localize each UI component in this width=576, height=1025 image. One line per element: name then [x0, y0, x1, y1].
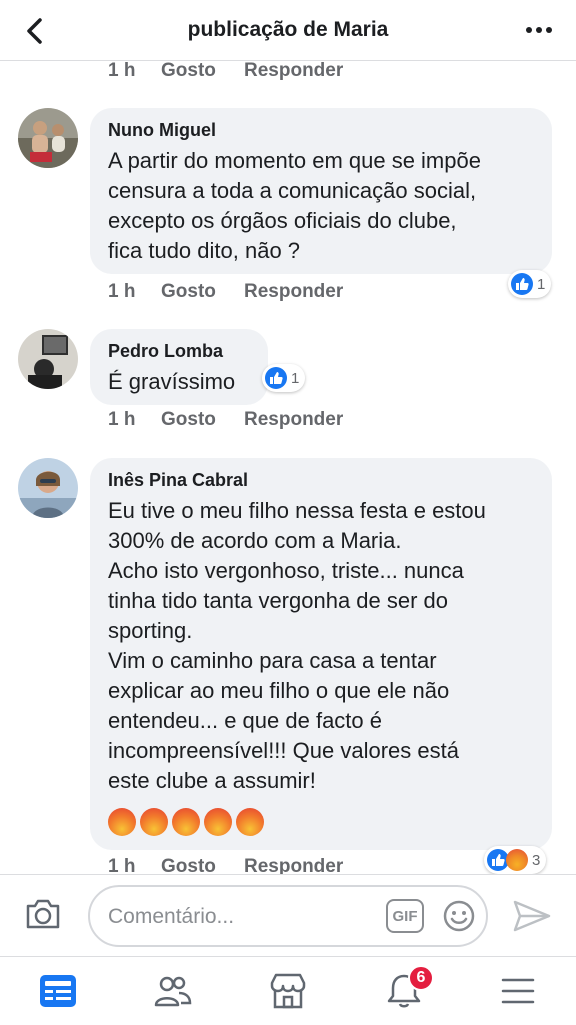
- comment-author[interactable]: Inês Pina Cabral: [108, 470, 248, 491]
- reply-link[interactable]: Responder: [244, 281, 343, 303]
- news-feed-icon[interactable]: [38, 971, 78, 1011]
- reply-link[interactable]: Responder: [244, 60, 343, 82]
- gif-button[interactable]: GIF: [386, 899, 424, 933]
- camera-icon[interactable]: [24, 897, 62, 931]
- angry-icon: [506, 849, 528, 871]
- more-options-icon[interactable]: [524, 20, 554, 40]
- avatar[interactable]: [18, 458, 78, 518]
- reply-link[interactable]: Responder: [244, 409, 343, 431]
- emoji-row: [108, 808, 268, 841]
- comment-text: É gravíssimo: [108, 369, 236, 394]
- top-bar: publicação de Maria: [0, 0, 576, 61]
- page-title: publicação de Maria: [187, 18, 389, 41]
- comment-composer: GIF: [0, 874, 576, 957]
- send-icon[interactable]: [512, 899, 552, 933]
- comment-time: 1 h: [108, 281, 136, 302]
- emoji-icon[interactable]: [442, 899, 476, 933]
- comment-actions: 1 h Gosto Responder: [108, 856, 408, 874]
- reaction-count: 1: [537, 275, 546, 293]
- avatar[interactable]: [18, 329, 78, 389]
- reaction-count: 1: [291, 369, 300, 387]
- comment-bubble: Nuno Miguel A partir do momento em que s…: [90, 108, 552, 274]
- comment-time: 1 h: [108, 409, 136, 430]
- like-icon: [511, 273, 533, 295]
- menu-icon[interactable]: [498, 971, 538, 1011]
- comment-time: 1 h: [108, 60, 136, 81]
- like-link[interactable]: Gosto: [161, 856, 216, 874]
- notification-badge: 6: [408, 965, 434, 991]
- comment-text: Eu tive o meu filho nessa festa e estou …: [108, 498, 486, 793]
- like-link[interactable]: Gosto: [161, 281, 216, 303]
- comment-actions: 1 h Gosto Responder: [108, 409, 408, 433]
- comment-time: 1 h: [108, 856, 136, 874]
- angry-face-emoji: [172, 808, 200, 836]
- friends-icon[interactable]: [152, 971, 192, 1011]
- angry-face-emoji: [108, 808, 136, 836]
- marketplace-icon[interactable]: [268, 971, 308, 1011]
- comment-bubble: Pedro Lomba É gravíssimo: [90, 329, 268, 405]
- reply-link[interactable]: Responder: [244, 856, 343, 874]
- comment-bubble: Inês Pina Cabral Eu tive o meu filho nes…: [90, 458, 552, 850]
- comment-author[interactable]: Pedro Lomba: [108, 341, 223, 362]
- comment-box: GIF: [88, 885, 488, 947]
- reaction-summary[interactable]: 1: [262, 364, 306, 392]
- comment-actions: 1 h Gosto Responder: [108, 281, 408, 305]
- like-link[interactable]: Gosto: [161, 409, 216, 431]
- reaction-count: 3: [532, 851, 541, 869]
- angry-face-emoji: [140, 808, 168, 836]
- comments-feed[interactable]: 1 h Gosto Responder Nuno Miguel A partir…: [0, 60, 576, 874]
- comment-text: A partir do momento em que se impõe cens…: [108, 148, 481, 263]
- comment-author[interactable]: Nuno Miguel: [108, 120, 216, 141]
- comment-actions: 1 h Gosto Responder: [108, 60, 408, 84]
- like-icon: [265, 367, 287, 389]
- reaction-summary[interactable]: 3: [484, 846, 547, 874]
- avatar[interactable]: [18, 108, 78, 168]
- notifications-tab[interactable]: 6: [384, 965, 434, 1011]
- angry-face-emoji: [204, 808, 232, 836]
- reaction-summary[interactable]: 1: [508, 270, 552, 298]
- angry-face-emoji: [236, 808, 264, 836]
- like-link[interactable]: Gosto: [161, 60, 216, 82]
- bottom-navigation: 6: [0, 956, 576, 1025]
- comment-input[interactable]: [106, 887, 370, 947]
